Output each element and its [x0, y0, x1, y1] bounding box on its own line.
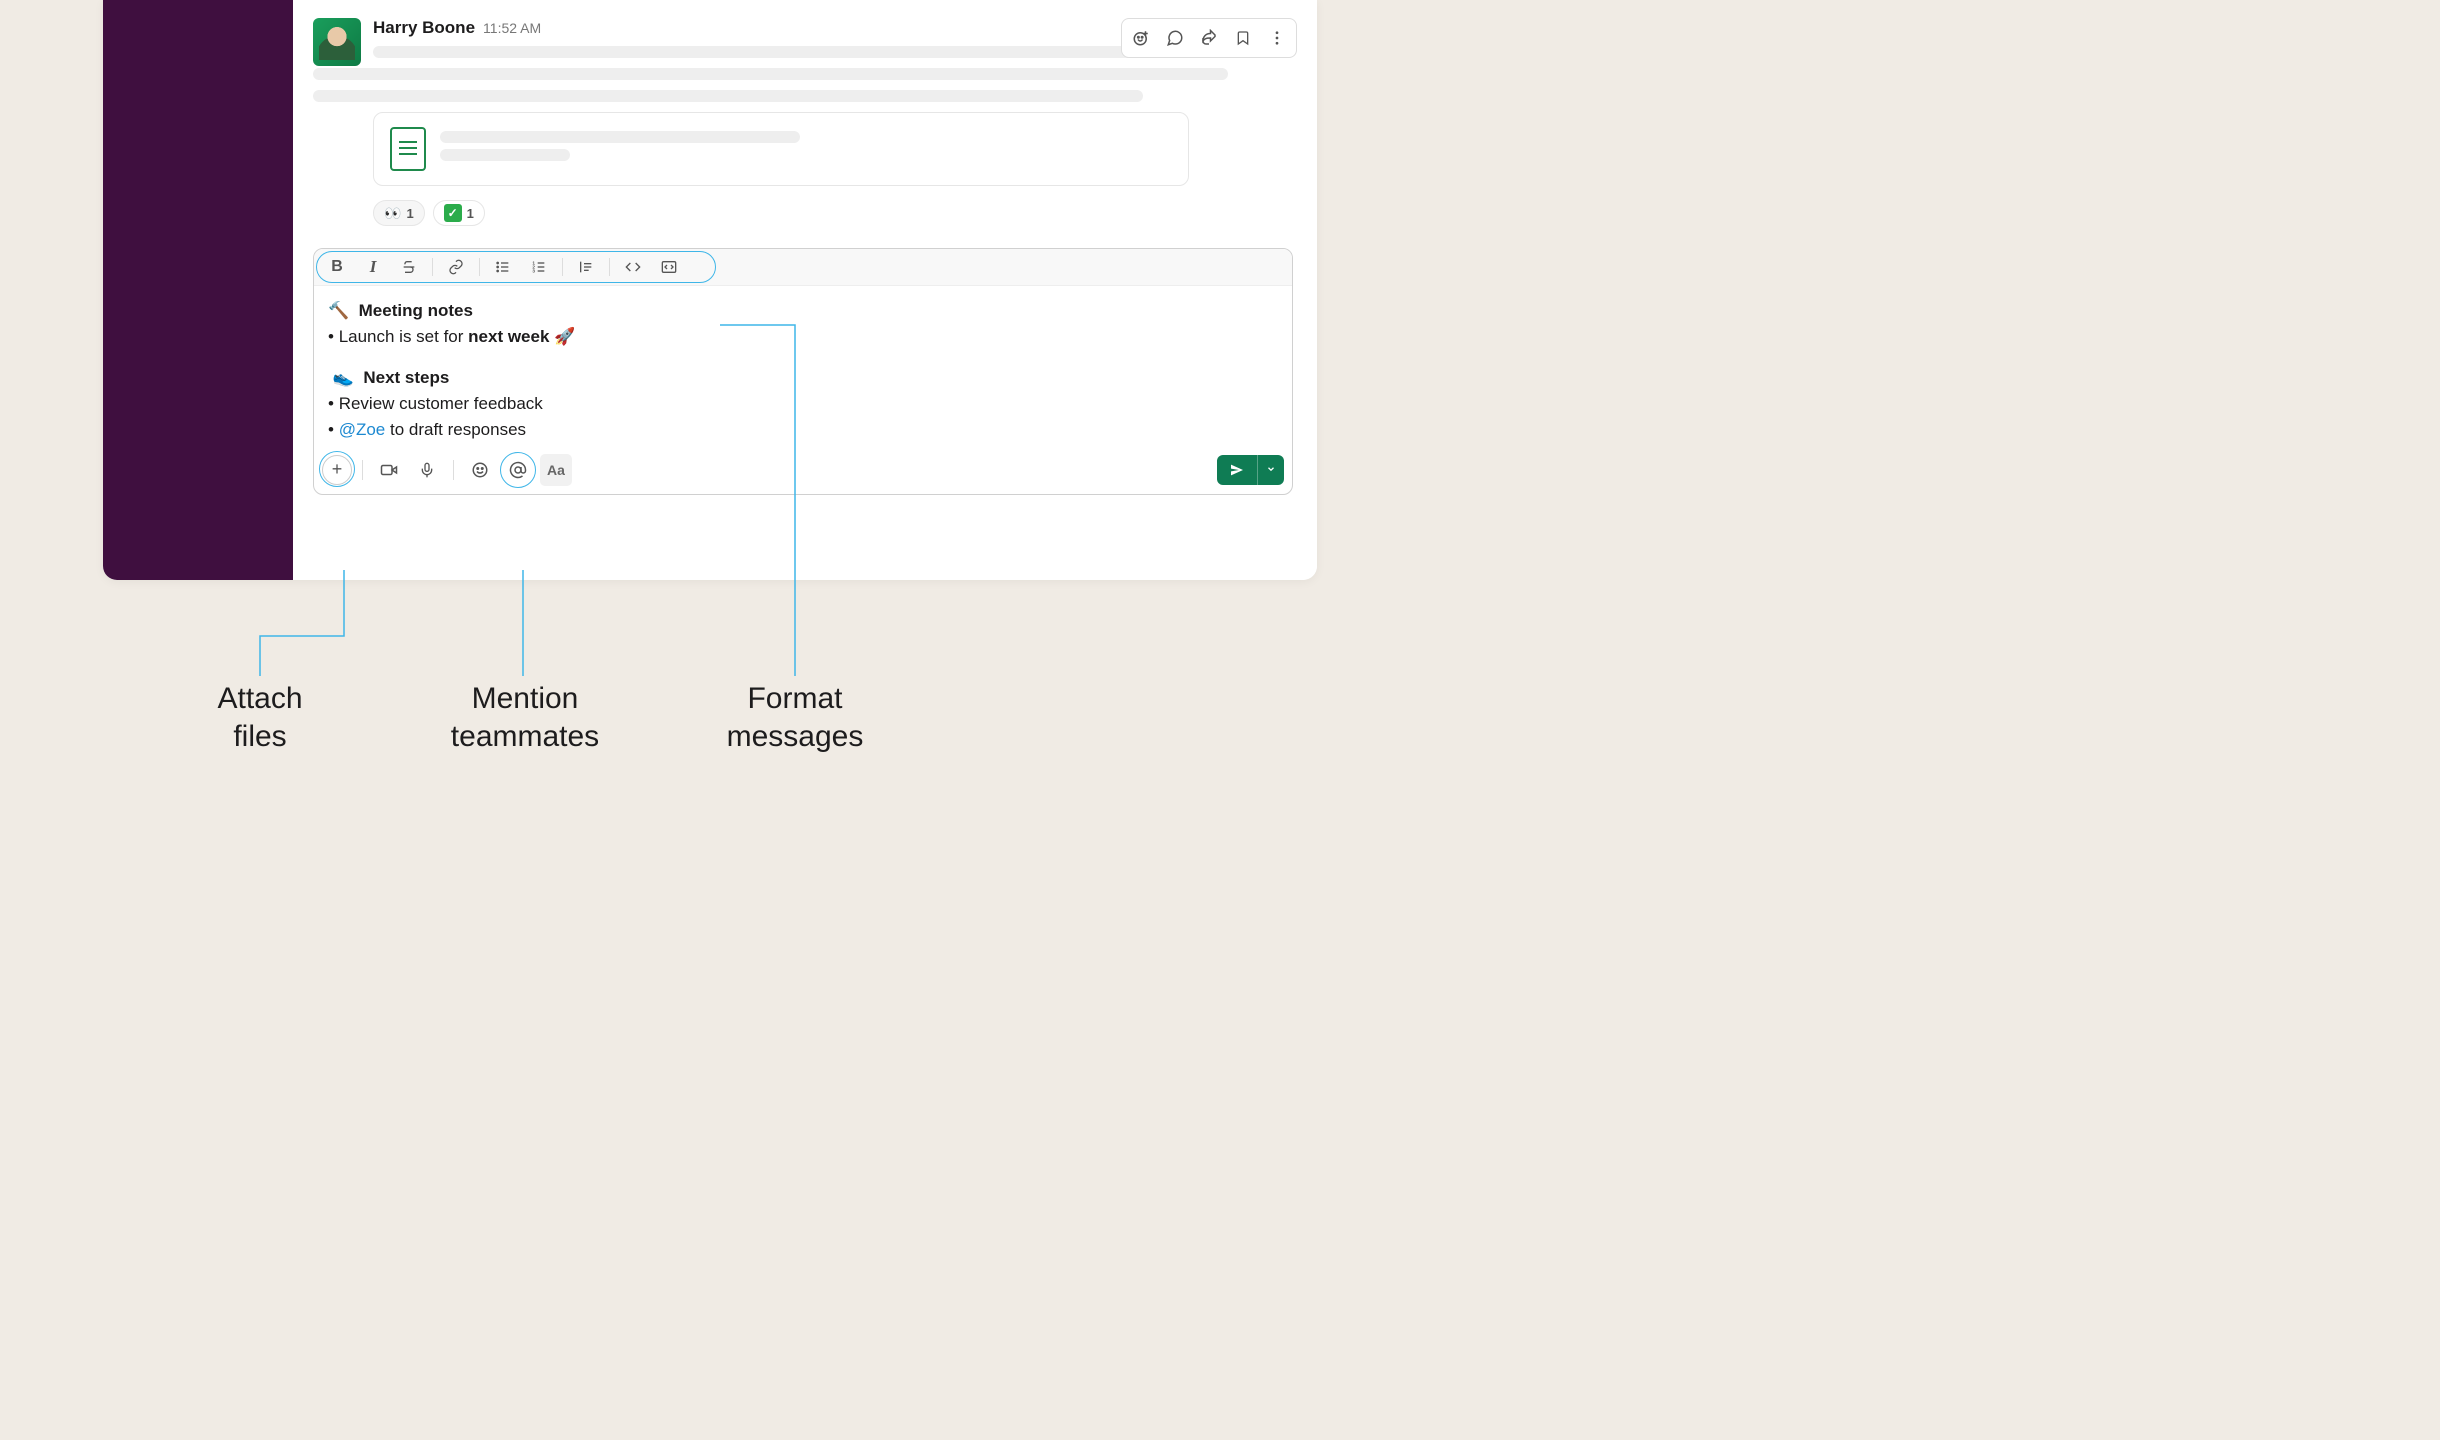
callout-attach: Attach files — [200, 680, 320, 755]
channel-pane: Harry Boone 11:52 AM 👀 1 — [293, 0, 1317, 580]
bullet-strong: next week — [468, 327, 549, 346]
send-button-group — [1217, 455, 1284, 485]
attachment-card[interactable] — [373, 112, 1189, 186]
attach-button[interactable]: + — [322, 455, 352, 485]
check-icon: ✓ — [444, 204, 462, 222]
shoe-icon: 👟 — [333, 368, 354, 387]
sidebar — [103, 0, 293, 580]
emoji-button[interactable] — [464, 454, 496, 486]
ordered-list-button[interactable]: 123 — [522, 253, 556, 281]
thread-icon[interactable] — [1160, 23, 1190, 53]
audio-clip-button[interactable] — [411, 454, 443, 486]
callout-mention: Mention teammates — [420, 680, 630, 755]
attachment-title-placeholder — [440, 131, 800, 143]
message-text-placeholder — [373, 46, 1243, 58]
italic-button[interactable]: I — [356, 253, 390, 281]
bullet-text: to draft responses — [385, 420, 526, 439]
message-author[interactable]: Harry Boone — [373, 18, 475, 38]
message-hover-toolbar — [1121, 18, 1297, 58]
link-button[interactable] — [439, 253, 473, 281]
mention[interactable]: @Zoe — [339, 420, 386, 439]
slack-window: Harry Boone 11:52 AM 👀 1 — [103, 0, 1317, 580]
bullet-text: Review customer feedback — [339, 394, 543, 413]
code-button[interactable] — [616, 253, 650, 281]
bold-button[interactable]: B — [320, 253, 354, 281]
formatting-toggle-button[interactable]: Aa — [540, 454, 572, 486]
reactions-bar: 👀 1 ✓ 1 — [373, 200, 1297, 226]
bullet-list-button[interactable] — [486, 253, 520, 281]
blockquote-button[interactable] — [569, 253, 603, 281]
reaction-check[interactable]: ✓ 1 — [433, 200, 485, 226]
composer-footer: + — [314, 450, 1292, 494]
rocket-icon: 🚀 — [554, 327, 575, 346]
message-text-placeholder — [313, 90, 1143, 102]
gavel-icon: 🔨 — [328, 301, 349, 320]
bullet-text: Launch is set for — [339, 327, 468, 346]
reaction-count: 1 — [467, 206, 474, 221]
format-toolbar: B I 123 — [314, 249, 1292, 286]
mention-button[interactable] — [502, 454, 534, 486]
eyes-icon: 👀 — [384, 205, 401, 222]
document-icon — [390, 127, 426, 171]
message-text-placeholder — [313, 68, 1228, 80]
composer-textarea[interactable]: 🔨 Meeting notes Launch is set for next w… — [314, 286, 1292, 450]
attachment-meta-placeholder — [440, 149, 570, 161]
bookmark-icon[interactable] — [1228, 23, 1258, 53]
video-clip-button[interactable] — [373, 454, 405, 486]
add-reaction-icon[interactable] — [1126, 23, 1156, 53]
message-time: 11:52 AM — [483, 20, 541, 36]
strikethrough-button[interactable] — [392, 253, 426, 281]
reaction-count: 1 — [406, 206, 413, 221]
send-button[interactable] — [1217, 456, 1257, 484]
code-block-button[interactable] — [652, 253, 686, 281]
composer-heading: Next steps — [363, 368, 449, 387]
more-actions-icon[interactable] — [1262, 23, 1292, 53]
composer-heading: Meeting notes — [359, 301, 473, 320]
callout-format: Format messages — [700, 680, 890, 755]
message-composer: B I 123 — [313, 248, 1293, 495]
share-icon[interactable] — [1194, 23, 1224, 53]
reaction-eyes[interactable]: 👀 1 — [373, 200, 425, 226]
svg-text:3: 3 — [532, 268, 535, 273]
avatar[interactable] — [313, 18, 361, 66]
send-options-button[interactable] — [1257, 455, 1284, 485]
